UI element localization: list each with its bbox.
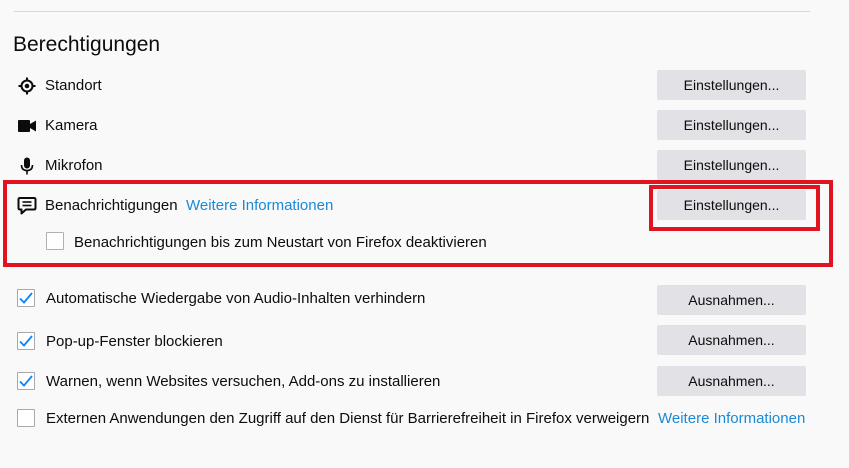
highlight-box-settings-button	[649, 185, 820, 231]
section-title: Berechtigungen	[13, 33, 161, 56]
button-label: Einstellungen...	[683, 77, 780, 93]
microphone-icon	[17, 156, 37, 176]
block-accessibility-checkbox[interactable]	[17, 409, 35, 427]
button-label: Einstellungen...	[683, 157, 780, 173]
location-icon	[17, 76, 37, 96]
checkmark-icon	[19, 335, 33, 347]
popup-exceptions-button[interactable]: Ausnahmen...	[657, 325, 806, 355]
permission-label-mikrofon: Mikrofon	[45, 157, 103, 174]
block-accessibility-label: Externen Anwendungen den Zugriff auf den…	[46, 410, 650, 427]
microphone-settings-button[interactable]: Einstellungen...	[657, 150, 806, 180]
block-autoplay-checkbox[interactable]	[17, 289, 35, 307]
button-label: Ausnahmen...	[688, 292, 775, 308]
permission-label-kamera: Kamera	[45, 117, 98, 134]
permission-label-standort: Standort	[45, 77, 102, 94]
top-divider	[14, 11, 810, 12]
block-autoplay-label: Automatische Wiedergabe von Audio-Inhalt…	[46, 290, 426, 307]
button-label: Ausnahmen...	[688, 373, 775, 389]
checkmark-icon	[19, 292, 33, 304]
addons-exceptions-button[interactable]: Ausnahmen...	[657, 366, 806, 396]
camera-settings-button[interactable]: Einstellungen...	[657, 110, 806, 140]
button-label: Ausnahmen...	[688, 332, 775, 348]
warn-addons-checkbox[interactable]	[17, 372, 35, 390]
location-settings-button[interactable]: Einstellungen...	[657, 70, 806, 100]
camera-icon	[17, 116, 37, 136]
autoplay-exceptions-button[interactable]: Ausnahmen...	[657, 285, 806, 315]
accessibility-learn-more-link[interactable]: Weitere Informationen	[658, 410, 805, 427]
block-popups-label: Pop-up-Fenster blockieren	[46, 333, 223, 350]
warn-addons-label: Warnen, wenn Websites versuchen, Add-ons…	[46, 373, 441, 390]
button-label: Einstellungen...	[683, 117, 780, 133]
block-popups-checkbox[interactable]	[17, 332, 35, 350]
checkmark-icon	[19, 375, 33, 387]
